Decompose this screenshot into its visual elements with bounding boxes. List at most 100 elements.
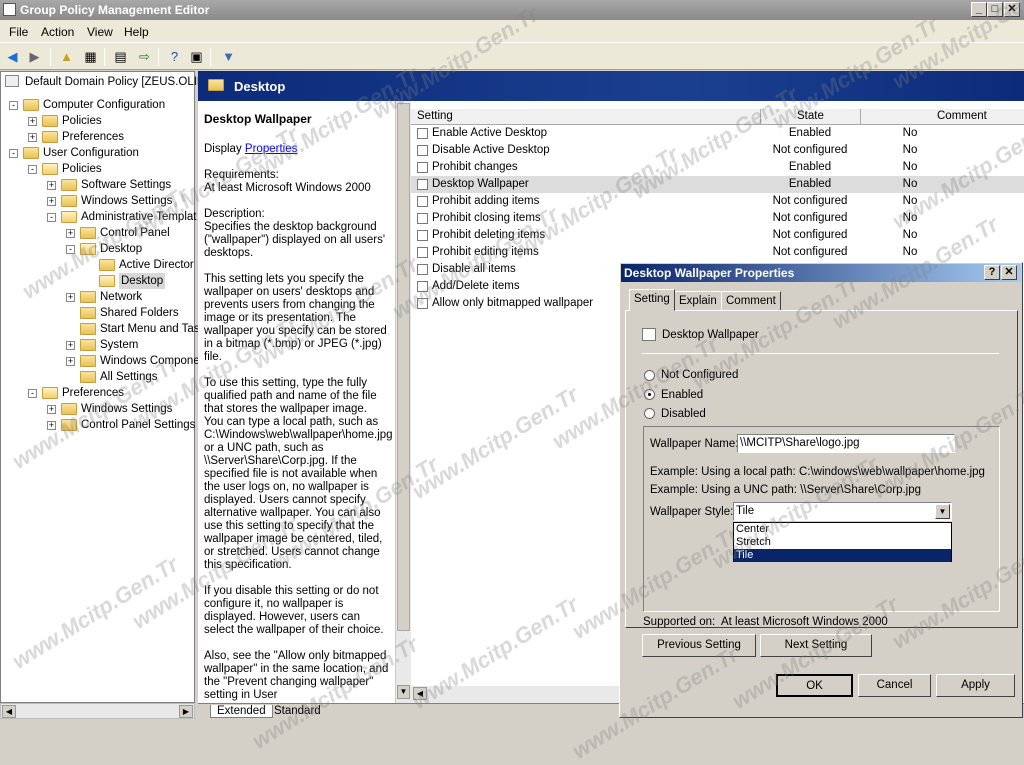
filter-icon[interactable]: ▼ (220, 49, 237, 65)
close-button[interactable]: ✕ (1004, 2, 1020, 17)
menu-action[interactable]: Action (41, 25, 74, 39)
tree-item[interactable]: Policies (62, 161, 102, 177)
minimize-button[interactable]: _ (971, 2, 987, 17)
tree-item[interactable]: Shared Folders (100, 305, 179, 321)
scroll-down-icon[interactable]: ▼ (397, 685, 410, 699)
list-row[interactable]: Disable Active Desktop Not configured No (411, 142, 1024, 159)
tree-expander-icon[interactable]: - (28, 165, 37, 174)
menu-file[interactable]: File (9, 25, 28, 39)
scroll-left-icon[interactable]: ◀ (2, 705, 16, 718)
tree-item[interactable]: Control Panel Settings (81, 417, 195, 433)
view-icon[interactable]: ▣ (188, 49, 205, 65)
tree-item[interactable]: Software Settings (81, 177, 171, 193)
tree-expander-icon[interactable]: + (66, 341, 75, 350)
col-comment[interactable]: Comment (937, 110, 987, 122)
maximize-button[interactable]: □ (987, 2, 1003, 17)
folder-icon (80, 307, 96, 319)
tree-item[interactable]: Desktop (119, 273, 166, 289)
tab-setting[interactable]: Setting (629, 289, 675, 311)
tab-comment[interactable]: Comment (721, 291, 781, 311)
tree-item[interactable]: Preferences (62, 129, 124, 145)
description-scrollbar[interactable]: ▼ (395, 101, 411, 703)
radio-disabled[interactable] (644, 408, 655, 419)
properties-icon[interactable]: ▤ (112, 49, 129, 65)
list-horizontal-scrollbar[interactable]: ◀ (411, 686, 621, 703)
list-scroll-left-icon[interactable]: ◀ (413, 687, 427, 700)
tree-item[interactable]: Windows Settings (81, 193, 172, 209)
tree-expander-icon[interactable]: + (66, 293, 75, 302)
tree-expander-icon[interactable]: + (47, 197, 56, 206)
radio-enabled-label[interactable]: Enabled (661, 389, 703, 401)
tree-item[interactable]: Control Panel (100, 225, 170, 241)
wallpaper-name-input[interactable]: \\MCITP\Share\logo.jpg (737, 434, 955, 453)
dialog-help-button[interactable]: ? (984, 265, 1000, 280)
tree-item[interactable]: Windows Settings (81, 401, 172, 417)
tab-extended[interactable]: Extended (210, 705, 273, 718)
tree-expander-icon[interactable]: + (66, 229, 75, 238)
tree-expander-icon[interactable]: - (9, 101, 18, 110)
export-icon[interactable]: ⇨ (136, 49, 153, 65)
col-setting[interactable]: Setting (417, 110, 453, 122)
tree-expander-icon[interactable]: + (66, 357, 75, 366)
radio-disabled-label[interactable]: Disabled (661, 408, 706, 420)
list-row[interactable]: Enable Active Desktop Enabled No (411, 125, 1024, 142)
row-comment: No (902, 161, 918, 173)
scroll-thumb[interactable] (397, 103, 410, 631)
properties-link[interactable]: Properties (245, 143, 297, 155)
style-option-tile[interactable]: Tile (734, 549, 951, 562)
tree-item[interactable]: System (100, 337, 138, 353)
tree-item[interactable]: Windows Compone (100, 353, 200, 369)
next-setting-button[interactable]: Next Setting (760, 634, 872, 657)
radio-not-configured-label[interactable]: Not Configured (661, 369, 738, 381)
tree-expander-icon[interactable]: + (47, 421, 56, 430)
style-option-stretch[interactable]: Stretch (734, 536, 951, 549)
up-folder-icon[interactable]: ▲ (58, 49, 75, 65)
list-row[interactable]: Prohibit changes Enabled No (411, 159, 1024, 176)
tree-expander-icon[interactable]: - (47, 213, 56, 222)
chevron-down-icon[interactable]: ▼ (935, 504, 950, 519)
previous-setting-button[interactable]: Previous Setting (642, 634, 756, 657)
tree-expander-icon[interactable]: - (66, 245, 75, 254)
tree-expander-icon[interactable]: + (47, 181, 56, 190)
tree-item[interactable]: Preferences (62, 385, 124, 401)
tree-item[interactable]: Desktop (100, 241, 142, 257)
tree-item[interactable]: Policies (62, 113, 102, 129)
tree-item[interactable]: All Settings (100, 369, 158, 385)
forward-icon[interactable]: ▶ (26, 49, 43, 65)
tree-expander-icon[interactable]: + (47, 405, 56, 414)
tree-item[interactable]: Network (100, 289, 142, 305)
tree-expander-icon[interactable]: + (28, 133, 37, 142)
scroll-right-icon[interactable]: ▶ (179, 705, 193, 718)
ok-button[interactable]: OK (776, 674, 853, 697)
tree-item[interactable]: Administrative Templat (81, 209, 196, 225)
tree-item[interactable]: Computer Configuration (43, 97, 165, 113)
dialog-close-button[interactable]: ✕ (1001, 265, 1017, 280)
radio-not-configured[interactable] (644, 370, 655, 381)
tab-standard[interactable]: Standard (274, 705, 321, 717)
radio-enabled[interactable] (644, 389, 655, 400)
list-row[interactable]: Desktop Wallpaper Enabled No (411, 176, 1024, 193)
tree-item[interactable]: User Configuration (43, 145, 139, 161)
menu-view[interactable]: View (87, 25, 113, 39)
cancel-button[interactable]: Cancel (858, 674, 931, 697)
tree-horizontal-scrollbar[interactable]: ◀ ▶ (0, 703, 195, 719)
tree-root[interactable]: Default Domain Policy [ZEUS.OLIMP (5, 74, 214, 90)
tree-expander-icon[interactable]: + (28, 117, 37, 126)
menu-help[interactable]: Help (124, 25, 149, 39)
tab-explain[interactable]: Explain (674, 291, 722, 311)
apply-button[interactable]: Apply (936, 674, 1015, 697)
list-row[interactable]: Prohibit closing items Not configured No (411, 210, 1024, 227)
list-row[interactable]: Prohibit adding items Not configured No (411, 193, 1024, 210)
style-option-center[interactable]: Center (734, 523, 951, 536)
wallpaper-style-select[interactable]: Tile ▼ (733, 502, 952, 521)
show-hide-tree-icon[interactable]: ▦ (82, 49, 99, 65)
back-icon[interactable]: ◀ (4, 49, 21, 65)
help-icon[interactable]: ? (166, 49, 183, 65)
tree-expander-icon[interactable]: - (28, 389, 37, 398)
tree-expander-icon[interactable]: - (9, 149, 18, 158)
tree-item[interactable]: Active Director (119, 257, 194, 273)
col-state[interactable]: State (797, 110, 824, 122)
list-row[interactable]: Prohibit deleting items Not configured No (411, 227, 1024, 244)
list-row[interactable]: Prohibit editing items Not configured No (411, 244, 1024, 261)
tree-item[interactable]: Start Menu and Tas (100, 321, 200, 337)
